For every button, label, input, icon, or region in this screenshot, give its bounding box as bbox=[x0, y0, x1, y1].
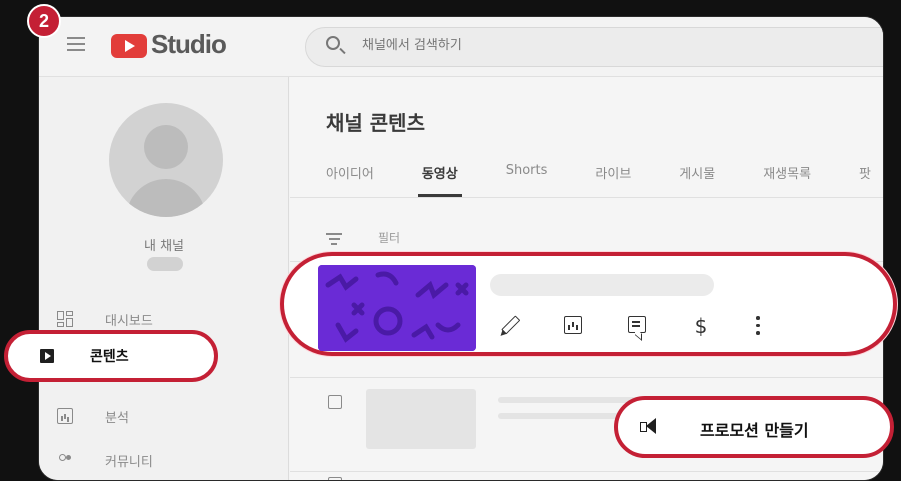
analytics-icon bbox=[57, 408, 73, 424]
content-tabs: 아이디어 동영상 Shorts 라이브 게시물 재생목록 팟 bbox=[326, 163, 883, 197]
youtube-logo-icon[interactable] bbox=[111, 34, 147, 58]
filter-label[interactable]: 필터 bbox=[378, 229, 400, 246]
studio-logo-text[interactable]: Studio bbox=[151, 29, 227, 60]
video-title-placeholder bbox=[490, 274, 714, 296]
tab-ideas[interactable]: 아이디어 bbox=[326, 163, 374, 197]
create-promotion-label: 프로모션 만들기 bbox=[700, 421, 809, 440]
filter-icon[interactable] bbox=[326, 233, 342, 245]
channel-name: 내 채널 bbox=[143, 239, 184, 254]
analytics-icon[interactable] bbox=[564, 316, 582, 334]
tab-posts[interactable]: 게시물 bbox=[679, 163, 715, 197]
tab-live[interactable]: 라이브 bbox=[595, 163, 631, 197]
sidebar-item-content[interactable]: 콘텐츠 bbox=[4, 330, 218, 382]
tab-playlists[interactable]: 재생목록 bbox=[763, 163, 811, 197]
content-icon bbox=[40, 347, 58, 365]
sidebar: 내 채널 대시보드 분석 커뮤니티 bbox=[39, 77, 289, 480]
channel-avatar[interactable] bbox=[109, 103, 223, 217]
video-thumbnail[interactable] bbox=[318, 265, 476, 351]
tab-divider bbox=[290, 197, 883, 198]
edit-icon[interactable] bbox=[496, 313, 523, 340]
video-thumbnail-placeholder bbox=[366, 389, 476, 449]
sidebar-item-community[interactable]: 커뮤니티 bbox=[57, 445, 153, 475]
comments-icon[interactable] bbox=[628, 316, 646, 333]
create-promotion-button[interactable]: 프로모션 만들기 bbox=[614, 396, 894, 458]
top-bar: Studio bbox=[39, 17, 883, 77]
step-badge: 2 bbox=[27, 4, 61, 38]
row-divider bbox=[290, 471, 883, 472]
sidebar-item-label: 분석 bbox=[105, 410, 129, 426]
search-icon[interactable] bbox=[326, 36, 340, 50]
video-row-highlight[interactable]: $ bbox=[280, 252, 897, 356]
sidebar-item-analytics[interactable]: 분석 bbox=[57, 401, 129, 431]
menu-icon[interactable] bbox=[67, 37, 85, 51]
dashboard-icon bbox=[57, 311, 73, 327]
tab-shorts[interactable]: Shorts bbox=[506, 163, 548, 197]
page-title: 채널 콘텐츠 bbox=[326, 111, 425, 135]
video-actions: $ bbox=[500, 316, 806, 336]
row-checkbox[interactable] bbox=[328, 477, 342, 480]
tab-videos[interactable]: 동영상 bbox=[417, 163, 462, 197]
sidebar-item-label: 대시보드 bbox=[105, 313, 153, 329]
search-bar[interactable] bbox=[305, 27, 883, 67]
row-divider bbox=[290, 377, 883, 378]
tab-podcasts[interactable]: 팟 bbox=[859, 163, 871, 197]
channel-handle-placeholder bbox=[147, 257, 183, 271]
sidebar-item-label: 커뮤니티 bbox=[105, 454, 153, 470]
search-input[interactable] bbox=[362, 38, 762, 53]
monetization-icon[interactable]: $ bbox=[692, 316, 710, 336]
more-options-icon[interactable] bbox=[756, 316, 760, 336]
community-icon bbox=[57, 452, 73, 468]
sidebar-item-label: 콘텐츠 bbox=[90, 349, 129, 365]
row-checkbox[interactable] bbox=[328, 395, 342, 409]
megaphone-icon bbox=[640, 418, 664, 436]
